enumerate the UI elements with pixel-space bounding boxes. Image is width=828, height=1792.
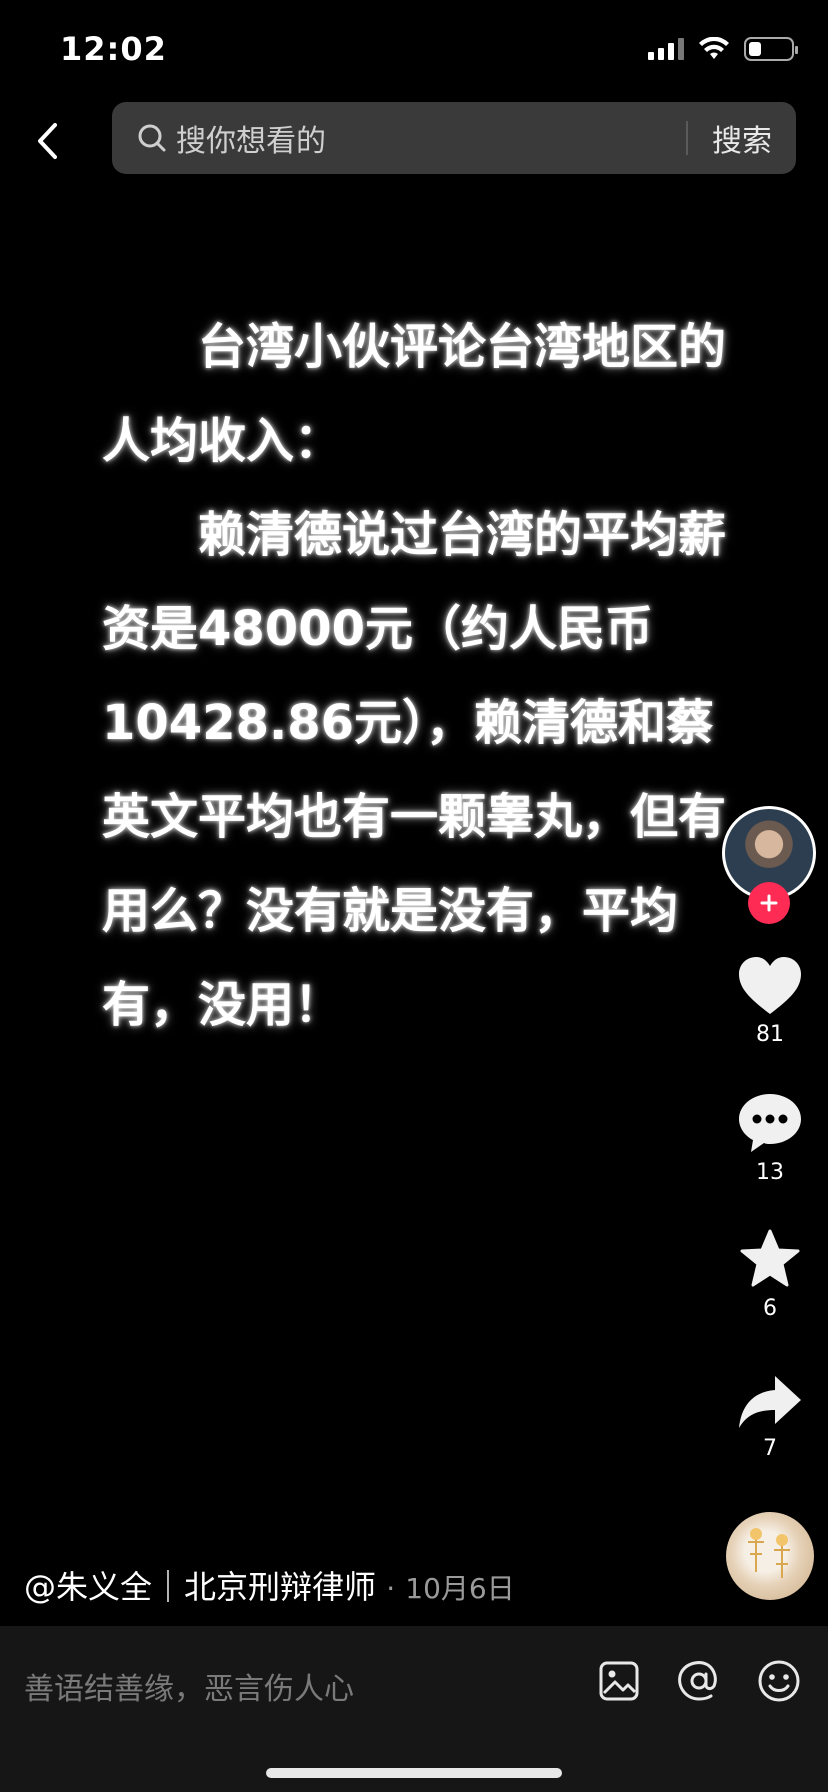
author-line[interactable]: @朱义全｜北京刑辩律师 · 10月6日 xyxy=(24,1562,515,1608)
author-avatar-wrap[interactable] xyxy=(722,806,816,924)
at-icon xyxy=(678,1661,717,1701)
status-time: 12:02 xyxy=(60,30,167,68)
heart-icon xyxy=(739,957,801,1014)
comment-button[interactable]: 13 xyxy=(720,1092,820,1185)
content-paragraph-1: 台湾小伙评论台湾地区的人均收入： xyxy=(102,319,727,469)
like-count: 81 xyxy=(756,1022,784,1047)
chevron-left-icon xyxy=(38,123,57,159)
favorite-count: 6 xyxy=(763,1296,777,1321)
video-screen: 12:02 搜你想看的 搜索 台湾小伙评论台湾地区的人均收入： 赖清德说过台湾的… xyxy=(0,0,828,1792)
music-cover-icon xyxy=(748,1528,790,1578)
favorite-button[interactable]: 6 xyxy=(720,1228,820,1321)
video-caption-text: 台湾小伙评论台湾地区的人均收入： 赖清德说过台湾的平均薪资是48000元（约人民… xyxy=(102,300,732,1052)
comment-count: 13 xyxy=(756,1160,784,1185)
content-paragraph-2: 赖清德说过台湾的平均薪资是48000元（约人民币10428.86元），赖清德和蔡… xyxy=(102,507,727,1033)
mention-button[interactable] xyxy=(674,1656,724,1706)
search-bar[interactable]: 搜你想看的 搜索 xyxy=(112,102,796,174)
search-icon xyxy=(136,122,168,154)
home-indicator[interactable] xyxy=(266,1768,562,1778)
search-input[interactable]: 搜你想看的 xyxy=(176,116,686,160)
back-button[interactable] xyxy=(28,116,68,166)
post-date: 10月6日 xyxy=(405,1572,515,1605)
comment-input[interactable]: 善语结善缘，恶言伤人心 xyxy=(24,1664,354,1708)
share-count: 7 xyxy=(763,1436,777,1461)
plus-icon xyxy=(760,894,778,912)
share-icon xyxy=(739,1376,801,1428)
comment-icon xyxy=(739,1094,801,1152)
follow-button[interactable] xyxy=(748,882,790,924)
image-icon xyxy=(599,1661,639,1701)
emoji-button[interactable] xyxy=(754,1656,804,1706)
cellular-signal-icon xyxy=(648,38,684,60)
image-button[interactable] xyxy=(594,1656,644,1706)
like-button[interactable]: 81 xyxy=(720,956,820,1047)
star-icon xyxy=(740,1229,800,1287)
emoji-icon xyxy=(758,1660,800,1702)
date-separator: · xyxy=(386,1572,396,1605)
music-disc[interactable] xyxy=(726,1512,814,1600)
author-handle[interactable]: @朱义全｜北京刑辩律师 xyxy=(24,1568,376,1606)
comment-bar: 善语结善缘，恶言伤人心 xyxy=(0,1626,828,1792)
share-button[interactable]: 7 xyxy=(720,1374,820,1461)
